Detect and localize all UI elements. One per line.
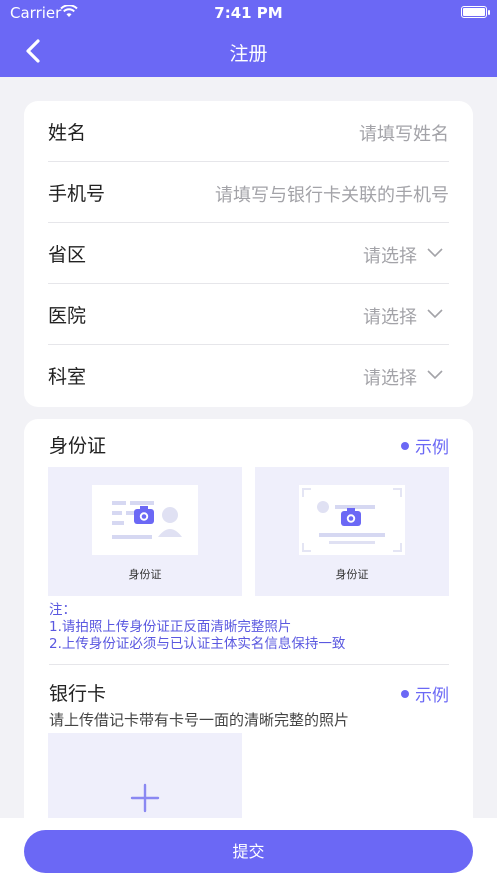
phone-input[interactable]: 请填写与银行卡关联的手机号 <box>215 181 449 207</box>
note-line-2: 2.上传身份证必须与已认证主体实名信息保持一致 <box>49 636 346 652</box>
note-title: 注： <box>49 602 76 618</box>
province-row[interactable]: 省区 请选择 <box>48 223 449 284</box>
province-label: 省区 <box>48 244 87 266</box>
battery-tip <box>488 10 490 15</box>
upload-card: 身份证 示例 身份证 身份证 注： 1.请拍照上传身份证正反面清晰完整照片 2.… <box>24 419 473 839</box>
chevron-down-icon <box>427 370 443 380</box>
id-card-back-upload[interactable]: 身份证 <box>255 467 449 596</box>
department-row[interactable]: 科室 请选择 <box>48 345 449 406</box>
id-front-caption: 身份证 <box>128 568 162 581</box>
id-card-example-link[interactable]: 示例 <box>401 433 449 458</box>
id-card-title: 身份证 <box>49 435 107 457</box>
battery-icon <box>461 6 487 18</box>
phone-label: 手机号 <box>48 183 106 205</box>
page-title: 注册 <box>229 43 268 65</box>
name-row[interactable]: 姓名 请填写姓名 <box>48 101 449 162</box>
hospital-row[interactable]: 医院 请选择 <box>48 284 449 345</box>
submit-button[interactable]: 提交 <box>24 830 473 873</box>
status-bar: Carrier 7:41 PM <box>0 0 497 26</box>
info-dot-icon <box>401 690 409 698</box>
bottom-bar: 提交 <box>0 818 497 883</box>
basic-info-card: 姓名 请填写姓名 手机号 请填写与银行卡关联的手机号 省区 请选择 医院 请选择… <box>24 101 473 407</box>
chevron-down-icon <box>427 248 443 258</box>
id-card-front-upload[interactable]: 身份证 <box>48 467 242 596</box>
bank-card-description: 请上传借记卡带有卡号一面的清晰完整的照片 <box>49 711 350 729</box>
bank-card-example-link[interactable]: 示例 <box>401 681 449 706</box>
id-card-example-label: 示例 <box>415 438 449 458</box>
chevron-down-icon <box>427 309 443 319</box>
id-back-caption: 身份证 <box>335 568 369 581</box>
name-input[interactable]: 请填写姓名 <box>359 120 449 146</box>
bank-card-title: 银行卡 <box>49 683 107 705</box>
id-card-notes: 注： 1.请拍照上传身份证正反面清晰完整照片 2.上传身份证必须与已认证主体实名… <box>49 602 345 653</box>
info-dot-icon <box>401 442 409 450</box>
name-label: 姓名 <box>48 122 87 144</box>
phone-row[interactable]: 手机号 请填写与银行卡关联的手机号 <box>48 162 449 223</box>
hospital-label: 医院 <box>48 305 87 327</box>
section-divider <box>49 664 449 665</box>
department-label: 科室 <box>48 366 87 388</box>
navigation-bar: 注册 <box>0 26 497 77</box>
clock: 7:41 PM <box>214 4 283 22</box>
department-select[interactable]: 请选择 <box>363 364 417 390</box>
bank-card-example-label: 示例 <box>415 686 449 706</box>
hospital-select[interactable]: 请选择 <box>363 303 417 329</box>
id-front-placeholder-icon <box>92 485 198 555</box>
id-back-placeholder-icon <box>299 485 405 555</box>
province-select[interactable]: 请选择 <box>363 242 417 268</box>
note-line-1: 1.请拍照上传身份证正反面清晰完整照片 <box>49 619 292 635</box>
plus-icon <box>130 783 160 813</box>
